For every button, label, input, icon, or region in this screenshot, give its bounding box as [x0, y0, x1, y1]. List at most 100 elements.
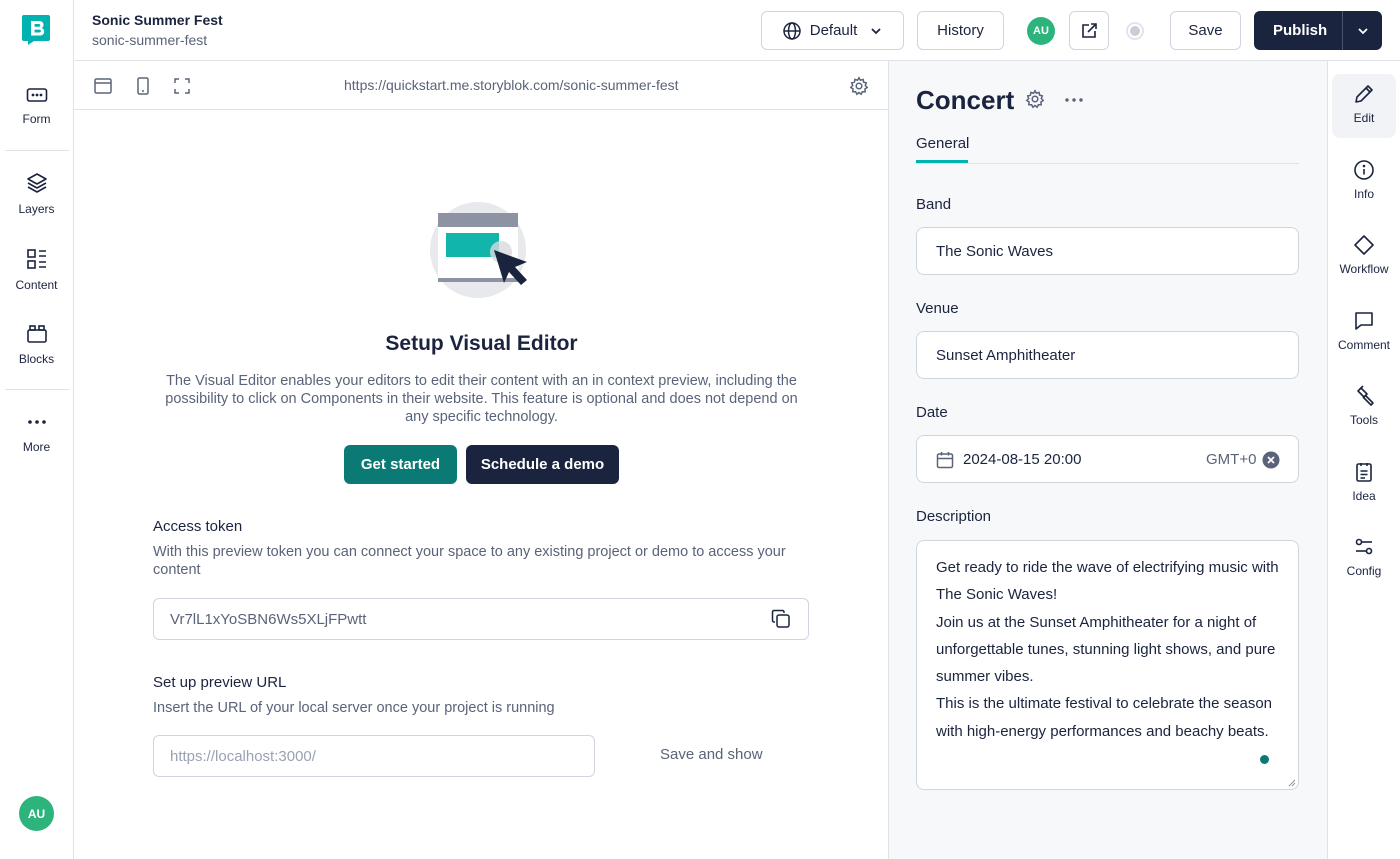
- copy-icon[interactable]: [771, 609, 791, 629]
- nav-layers[interactable]: Layers: [0, 172, 73, 216]
- info-icon: [1354, 160, 1374, 180]
- nav-idea-label: Idea: [1352, 489, 1376, 503]
- description-paragraph: This is the ultimate festival to celebra…: [936, 695, 1273, 740]
- nav-form-label: Form: [22, 112, 51, 126]
- open-preview-button[interactable]: [1069, 11, 1109, 50]
- nav-idea[interactable]: Idea: [1332, 452, 1396, 516]
- preview-url-title: Set up preview URL: [153, 674, 287, 691]
- component-settings-icon[interactable]: [1025, 89, 1045, 109]
- preview-url: https://quickstart.me.storyblok.com/soni…: [344, 77, 679, 93]
- venue-value: Sunset Amphitheater: [936, 347, 1076, 364]
- fullscreen-icon[interactable]: [172, 76, 192, 96]
- storyblok-logo-icon[interactable]: [22, 15, 50, 45]
- access-token-value: Vr7lL1xYoSBN6Ws5XLjFPwtt: [170, 611, 367, 628]
- mobile-view-icon[interactable]: [133, 76, 153, 96]
- nav-config[interactable]: Config: [1332, 527, 1396, 591]
- nav-blocks-label: Blocks: [18, 352, 55, 366]
- date-label: Date: [916, 404, 948, 421]
- nav-content[interactable]: Content: [0, 248, 73, 292]
- top-bar: Sonic Summer Fest sonic-summer-fest Defa…: [74, 0, 1400, 61]
- collaborator-avatar[interactable]: AU: [1027, 17, 1055, 45]
- editor-panel: Concert General Band The Sonic Waves Ven…: [889, 61, 1327, 859]
- nav-form[interactable]: Form: [0, 86, 73, 126]
- tabs-divider: [916, 163, 1299, 164]
- get-started-label: Get started: [360, 456, 441, 473]
- date-value: 2024-08-15 20:00: [963, 451, 1082, 468]
- get-started-button[interactable]: Get started: [344, 445, 457, 484]
- form-icon: [26, 88, 47, 102]
- tools-icon: [1357, 385, 1374, 406]
- access-token-description: With this preview token you can connect …: [153, 544, 786, 578]
- nav-content-label: Content: [15, 278, 58, 292]
- story-name: Sonic Summer Fest: [92, 12, 223, 28]
- band-label: Band: [916, 196, 952, 213]
- right-sidebar: Edit Info Workflow Comment Tools Idea Co…: [1327, 61, 1400, 859]
- save-label: Save: [1188, 22, 1223, 39]
- description-paragraph: Join us at the Sunset Amphitheater for a…: [936, 613, 1276, 686]
- divider: [5, 150, 69, 151]
- status-indicator-icon: [1126, 22, 1144, 40]
- band-field[interactable]: The Sonic Waves: [916, 227, 1299, 275]
- preview-settings-icon[interactable]: [849, 76, 869, 96]
- schedule-demo-button[interactable]: Schedule a demo: [466, 445, 619, 484]
- history-label: History: [937, 22, 984, 39]
- divider: [5, 389, 69, 390]
- band-value: The Sonic Waves: [936, 243, 1053, 260]
- setup-description: The Visual Editor enables your editors t…: [165, 373, 798, 425]
- nav-config-label: Config: [1346, 564, 1382, 578]
- setup-title: Setup Visual Editor: [385, 332, 578, 355]
- idea-icon: [1356, 463, 1372, 482]
- language-label: Default: [809, 22, 858, 39]
- nav-blocks[interactable]: Blocks: [0, 324, 73, 366]
- nav-edit[interactable]: Edit: [1332, 74, 1396, 138]
- description-textarea[interactable]: Get ready to ride the wave of electrifyi…: [916, 540, 1299, 790]
- nav-workflow-label: Workflow: [1339, 262, 1389, 276]
- publish-label: Publish: [1273, 22, 1328, 39]
- nav-workflow[interactable]: Workflow: [1332, 225, 1396, 289]
- save-and-show-button[interactable]: Save and show: [660, 746, 763, 763]
- venue-field[interactable]: Sunset Amphitheater: [916, 331, 1299, 379]
- description-paragraph: Get ready to ride the wave of electrifyi…: [936, 559, 1279, 604]
- tab-general[interactable]: General: [916, 135, 969, 152]
- nav-comment[interactable]: Comment: [1332, 301, 1396, 365]
- nav-edit-label: Edit: [1353, 111, 1375, 125]
- preview-url-description: Insert the URL of your local server once…: [153, 700, 555, 716]
- user-avatar[interactable]: AU: [19, 796, 54, 831]
- left-sidebar: Form Layers Content Blocks More AU: [0, 0, 74, 859]
- nav-info-label: Info: [1353, 187, 1374, 201]
- config-icon: [1355, 538, 1373, 555]
- publish-options-button[interactable]: [1343, 11, 1382, 50]
- timezone-value: GMT+0: [1206, 451, 1257, 468]
- nav-tools[interactable]: Tools: [1332, 376, 1396, 440]
- nav-layers-label: Layers: [18, 202, 55, 216]
- schedule-demo-label: Schedule a demo: [480, 456, 605, 473]
- date-field[interactable]: 2024-08-15 20:00 GMT+0: [916, 435, 1299, 483]
- more-options-icon[interactable]: [1064, 90, 1084, 110]
- chevron-down-icon: [1357, 27, 1368, 34]
- pencil-icon: [1355, 85, 1373, 103]
- story-slug: sonic-summer-fest: [92, 32, 208, 48]
- component-name: Concert: [916, 85, 1015, 115]
- nav-info[interactable]: Info: [1332, 150, 1396, 214]
- grammar-status-dot: [1260, 755, 1269, 764]
- nav-more-label: More: [22, 440, 51, 454]
- chevron-down-icon: [871, 27, 881, 34]
- desktop-view-icon[interactable]: [93, 76, 113, 96]
- resize-handle-icon[interactable]: [1288, 779, 1296, 787]
- user-initials: AU: [27, 806, 46, 821]
- preview-url-input[interactable]: [153, 735, 595, 777]
- nav-more[interactable]: More: [0, 412, 73, 454]
- external-link-icon: [1082, 22, 1097, 38]
- venue-label: Venue: [916, 300, 959, 317]
- calendar-icon: [936, 452, 954, 469]
- clear-date-icon[interactable]: [1262, 451, 1280, 469]
- language-dropdown[interactable]: Default: [761, 11, 904, 50]
- nav-tools-label: Tools: [1349, 413, 1378, 427]
- history-button[interactable]: History: [917, 11, 1004, 50]
- more-icon: [27, 420, 46, 424]
- workflow-icon: [1354, 235, 1374, 255]
- save-button[interactable]: Save: [1170, 11, 1241, 50]
- access-token-title: Access token: [153, 518, 243, 535]
- comment-icon: [1355, 312, 1373, 330]
- access-token-field[interactable]: Vr7lL1xYoSBN6Ws5XLjFPwtt: [153, 598, 809, 640]
